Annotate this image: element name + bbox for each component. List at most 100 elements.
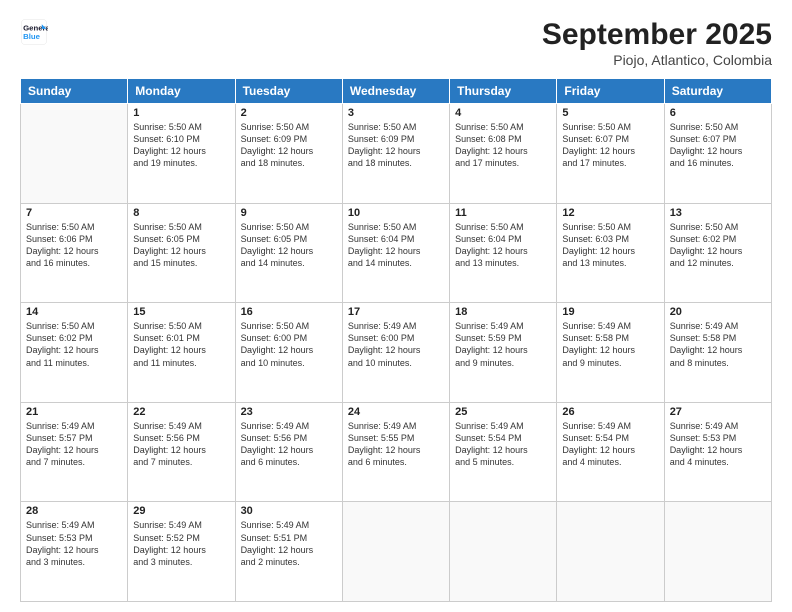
day-number: 3 <box>348 107 444 119</box>
day-number: 11 <box>455 207 551 219</box>
day-info: Sunrise: 5:50 AMSunset: 6:08 PMDaylight:… <box>455 121 551 170</box>
day-info: Sunrise: 5:50 AMSunset: 6:02 PMDaylight:… <box>670 221 766 270</box>
calendar-body: 1 Sunrise: 5:50 AMSunset: 6:10 PMDaylight… <box>21 104 772 602</box>
calendar-cell: 1 Sunrise: 5:50 AMSunset: 6:10 PMDaylight… <box>128 104 235 204</box>
calendar-cell: 20Sunrise: 5:49 AMSunset: 5:58 PMDayligh… <box>664 303 771 403</box>
page: General Blue September 2025 Piojo, Atlan… <box>0 0 792 612</box>
day-number: 9 <box>241 207 337 219</box>
calendar-cell: 10 Sunrise: 5:50 AMSunset: 6:04 PMDayligh… <box>342 203 449 303</box>
calendar-cell <box>450 502 557 602</box>
calendar-cell: 12 Sunrise: 5:50 AMSunset: 6:03 PMDayligh… <box>557 203 664 303</box>
header: General Blue September 2025 Piojo, Atlan… <box>20 18 772 68</box>
logo: General Blue <box>20 18 48 46</box>
weekday-header: Monday <box>128 79 235 104</box>
calendar-cell: 14 Sunrise: 5:50 AMSunset: 6:02 PMDayligh… <box>21 303 128 403</box>
day-info: Sunrise: 5:49 AMSunset: 5:51 PMDaylight:… <box>241 519 337 568</box>
day-info: Sunrise: 5:49 AMSunset: 6:00 PMDaylight:… <box>348 320 444 369</box>
day-info: Sunrise: 5:50 AMSunset: 6:03 PMDaylight:… <box>562 221 658 270</box>
calendar-cell: 23 Sunrise: 5:49 AMSunset: 5:56 PMDayligh… <box>235 402 342 502</box>
day-info: Sunrise: 5:49 AMSunset: 5:54 PMDaylight:… <box>562 420 658 469</box>
calendar-cell: 27Sunrise: 5:49 AMSunset: 5:53 PMDayligh… <box>664 402 771 502</box>
day-number: 7 <box>26 207 122 219</box>
calendar-cell: 4 Sunrise: 5:50 AMSunset: 6:08 PMDaylight… <box>450 104 557 204</box>
day-number: 30 <box>241 505 337 517</box>
day-number: 26 <box>562 406 658 418</box>
day-info: Sunrise: 5:50 AMSunset: 6:04 PMDaylight:… <box>455 221 551 270</box>
day-number: 14 <box>26 306 122 318</box>
day-info: Sunrise: 5:49 AMSunset: 5:55 PMDaylight:… <box>348 420 444 469</box>
day-info: Sunrise: 5:50 AMSunset: 6:09 PMDaylight:… <box>241 121 337 170</box>
calendar-cell: 28Sunrise: 5:49 AMSunset: 5:53 PMDayligh… <box>21 502 128 602</box>
day-number: 27 <box>670 406 766 418</box>
day-number: 13 <box>670 207 766 219</box>
calendar-week-row: 14 Sunrise: 5:50 AMSunset: 6:02 PMDayligh… <box>21 303 772 403</box>
day-info: Sunrise: 5:49 AMSunset: 5:56 PMDaylight:… <box>133 420 229 469</box>
calendar-cell: 5Sunrise: 5:50 AMSunset: 6:07 PMDaylight… <box>557 104 664 204</box>
calendar-cell <box>664 502 771 602</box>
day-number: 10 <box>348 207 444 219</box>
weekday-header: Sunday <box>21 79 128 104</box>
day-number: 2 <box>241 107 337 119</box>
day-info: Sunrise: 5:50 AMSunset: 6:02 PMDaylight:… <box>26 320 122 369</box>
calendar-cell: 6 Sunrise: 5:50 AMSunset: 6:07 PMDaylight… <box>664 104 771 204</box>
calendar-week-row: 28Sunrise: 5:49 AMSunset: 5:53 PMDayligh… <box>21 502 772 602</box>
day-info: Sunrise: 5:50 AMSunset: 6:06 PMDaylight:… <box>26 221 122 270</box>
day-number: 21 <box>26 406 122 418</box>
weekday-header: Saturday <box>664 79 771 104</box>
calendar-cell <box>557 502 664 602</box>
day-info: Sunrise: 5:50 AMSunset: 6:00 PMDaylight:… <box>241 320 337 369</box>
day-info: Sunrise: 5:49 AMSunset: 5:54 PMDaylight:… <box>455 420 551 469</box>
calendar-cell: 3 Sunrise: 5:50 AMSunset: 6:09 PMDaylight… <box>342 104 449 204</box>
calendar-cell: 26 Sunrise: 5:49 AMSunset: 5:54 PMDayligh… <box>557 402 664 502</box>
calendar-cell: 22Sunrise: 5:49 AMSunset: 5:56 PMDayligh… <box>128 402 235 502</box>
weekday-header: Tuesday <box>235 79 342 104</box>
day-info: Sunrise: 5:50 AMSunset: 6:05 PMDaylight:… <box>241 221 337 270</box>
day-number: 6 <box>670 107 766 119</box>
calendar-cell: 13 Sunrise: 5:50 AMSunset: 6:02 PMDayligh… <box>664 203 771 303</box>
day-number: 23 <box>241 406 337 418</box>
day-number: 20 <box>670 306 766 318</box>
day-number: 12 <box>562 207 658 219</box>
calendar-cell: 7 Sunrise: 5:50 AMSunset: 6:06 PMDaylight… <box>21 203 128 303</box>
day-number: 4 <box>455 107 551 119</box>
day-number: 18 <box>455 306 551 318</box>
calendar-cell: 16Sunrise: 5:50 AMSunset: 6:00 PMDayligh… <box>235 303 342 403</box>
day-number: 15 <box>133 306 229 318</box>
calendar-table: SundayMondayTuesdayWednesdayThursdayFrid… <box>20 78 772 602</box>
day-info: Sunrise: 5:50 AMSunset: 6:10 PMDaylight:… <box>133 121 229 170</box>
day-info: Sunrise: 5:50 AMSunset: 6:07 PMDaylight:… <box>670 121 766 170</box>
calendar-week-row: 21 Sunrise: 5:49 AMSunset: 5:57 PMDayligh… <box>21 402 772 502</box>
weekday-header: Thursday <box>450 79 557 104</box>
day-info: Sunrise: 5:49 AMSunset: 5:59 PMDaylight:… <box>455 320 551 369</box>
calendar-cell: 25 Sunrise: 5:49 AMSunset: 5:54 PMDayligh… <box>450 402 557 502</box>
calendar-cell: 9 Sunrise: 5:50 AMSunset: 6:05 PMDaylight… <box>235 203 342 303</box>
day-info: Sunrise: 5:50 AMSunset: 6:04 PMDaylight:… <box>348 221 444 270</box>
weekday-header: Friday <box>557 79 664 104</box>
svg-text:Blue: Blue <box>23 32 41 41</box>
calendar-cell: 29 Sunrise: 5:49 AMSunset: 5:52 PMDayligh… <box>128 502 235 602</box>
day-info: Sunrise: 5:50 AMSunset: 6:01 PMDaylight:… <box>133 320 229 369</box>
day-info: Sunrise: 5:49 AMSunset: 5:52 PMDaylight:… <box>133 519 229 568</box>
day-number: 25 <box>455 406 551 418</box>
calendar-cell: 2 Sunrise: 5:50 AMSunset: 6:09 PMDaylight… <box>235 104 342 204</box>
calendar-cell <box>21 104 128 204</box>
calendar-cell: 11 Sunrise: 5:50 AMSunset: 6:04 PMDayligh… <box>450 203 557 303</box>
day-info: Sunrise: 5:50 AMSunset: 6:05 PMDaylight:… <box>133 221 229 270</box>
calendar-week-row: 7 Sunrise: 5:50 AMSunset: 6:06 PMDaylight… <box>21 203 772 303</box>
calendar-cell: 24Sunrise: 5:49 AMSunset: 5:55 PMDayligh… <box>342 402 449 502</box>
day-info: Sunrise: 5:49 AMSunset: 5:57 PMDaylight:… <box>26 420 122 469</box>
day-info: Sunrise: 5:49 AMSunset: 5:56 PMDaylight:… <box>241 420 337 469</box>
calendar-cell: 8Sunrise: 5:50 AMSunset: 6:05 PMDaylight… <box>128 203 235 303</box>
title-block: September 2025 Piojo, Atlantico, Colombi… <box>542 18 772 68</box>
weekday-header: Wednesday <box>342 79 449 104</box>
day-info: Sunrise: 5:50 AMSunset: 6:07 PMDaylight:… <box>562 121 658 170</box>
calendar-cell: 19Sunrise: 5:49 AMSunset: 5:58 PMDayligh… <box>557 303 664 403</box>
calendar-cell <box>342 502 449 602</box>
logo-icon: General Blue <box>20 18 48 46</box>
month-title: September 2025 <box>542 18 772 52</box>
calendar-cell: 30 Sunrise: 5:49 AMSunset: 5:51 PMDayligh… <box>235 502 342 602</box>
day-info: Sunrise: 5:50 AMSunset: 6:09 PMDaylight:… <box>348 121 444 170</box>
day-number: 29 <box>133 505 229 517</box>
day-number: 19 <box>562 306 658 318</box>
day-number: 1 <box>133 107 229 119</box>
